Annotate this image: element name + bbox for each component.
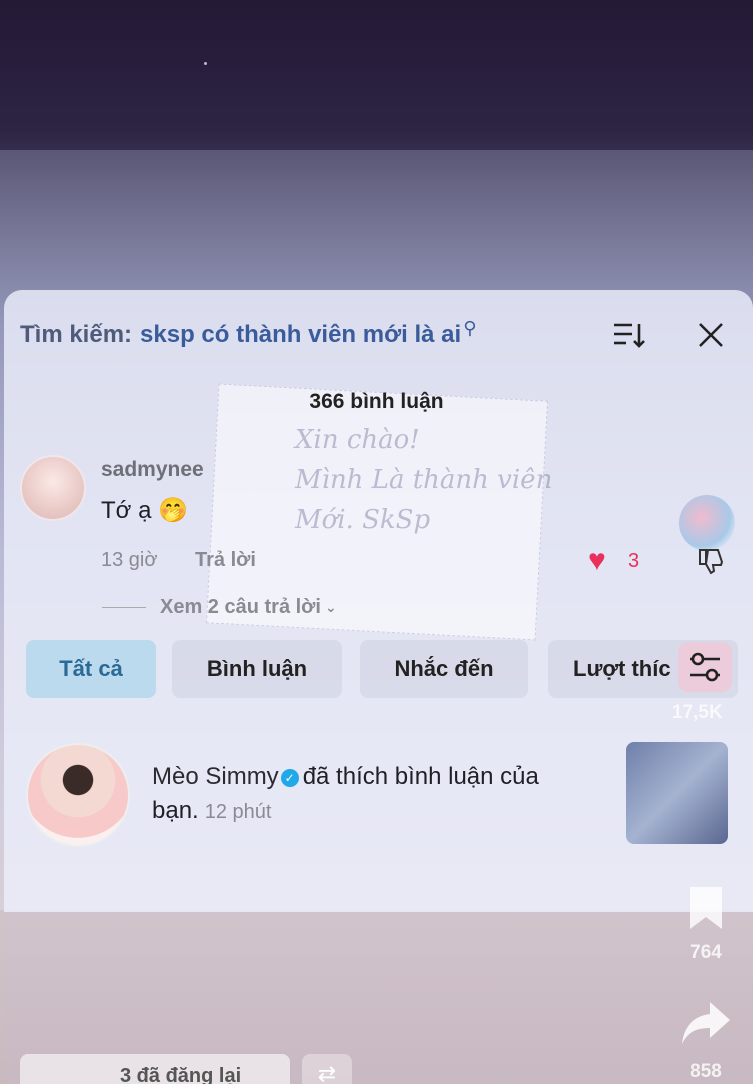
verified-badge-icon: ✓ (280, 768, 299, 787)
commenter-username[interactable]: sadmynee (101, 458, 204, 482)
share-icon[interactable] (671, 1000, 741, 1057)
notification-avatar[interactable] (26, 743, 130, 847)
heart-icon[interactable]: ♥ (588, 546, 606, 576)
search-header[interactable]: Tìm kiếm: sksp có thành viên mới là ai ⚲ (20, 318, 476, 352)
note-line-2: Mình Là thành viên (295, 465, 553, 495)
rail-save-count: 764 (690, 942, 722, 963)
comment-time: 13 giờ (101, 549, 158, 571)
comment-text: Tớ ạ 🤭 (101, 497, 188, 524)
reply-button[interactable]: Trả lời (195, 549, 256, 572)
note-line-1: Xin chào! (295, 425, 420, 455)
close-icon[interactable] (696, 320, 726, 350)
view-replies-button[interactable]: Xem 2 câu trả lời ⌄ (102, 596, 337, 619)
filter-settings-icon[interactable] (678, 642, 732, 692)
notification-text[interactable]: Mèo Simmy ✓ đã thích bình luận của bạn. 12 … (152, 760, 612, 829)
notification-time: 12 phút (204, 801, 272, 823)
commenter-avatar[interactable] (20, 455, 86, 521)
search-query-link[interactable]: sksp có thành viên mới là ai (140, 321, 461, 349)
comment-count-title: 366 bình luận (309, 390, 444, 413)
view-replies-label: Xem 2 câu trả lời (160, 596, 321, 618)
tab-mentions[interactable]: Nhắc đến (360, 640, 528, 698)
bookmark-icon[interactable] (671, 885, 741, 937)
rail-like-count-visible: 17,5K (672, 702, 723, 723)
chevron-down-icon: ⌄ (324, 599, 337, 615)
sort-icon[interactable] (612, 320, 646, 350)
search-icon: ⚲ (463, 317, 477, 338)
note-line-3: Mới. SkSp (295, 505, 431, 535)
comment-like-count: 3 (628, 550, 640, 572)
creator-avatar[interactable] (679, 495, 735, 551)
tab-all[interactable]: Tất cả (26, 640, 156, 698)
rail-share-count: 858 (690, 1061, 722, 1082)
dislike-icon[interactable] (696, 546, 726, 583)
notification-username[interactable]: Mèo Simmy (152, 763, 279, 790)
video-note-text: Xin chào! Mình Là thành viên Mới. SkSp (295, 420, 552, 540)
video-speck (204, 62, 207, 65)
repost-icon[interactable]: ⇄ (302, 1054, 352, 1084)
reply-divider (102, 607, 146, 608)
tab-comments[interactable]: Bình luận (172, 640, 342, 698)
repost-indicator[interactable]: 3 đã đăng lại (20, 1054, 290, 1084)
search-prefix: Tìm kiếm: (20, 321, 133, 348)
notification-video-thumbnail[interactable] (626, 742, 728, 844)
